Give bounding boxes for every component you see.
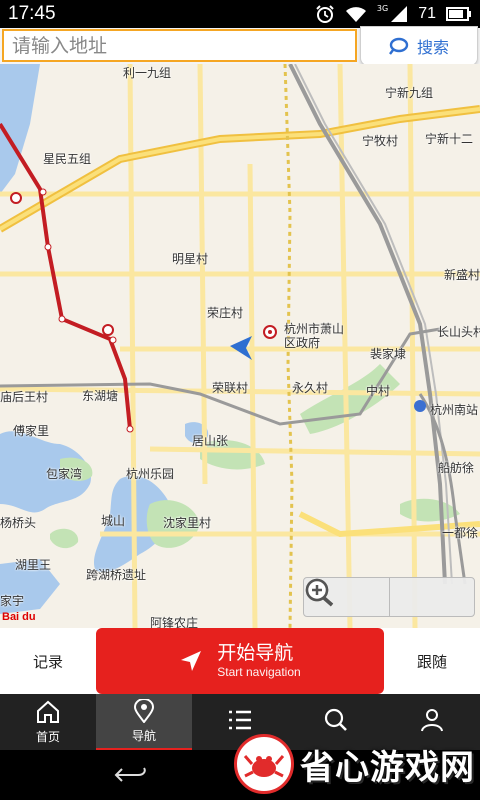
battery-percent: 71: [418, 5, 436, 22]
map-label: 星民五组: [43, 152, 92, 166]
zoom-in-button[interactable]: [305, 578, 475, 616]
map-label: 傅家里: [13, 424, 50, 438]
zoom-in-icon: [305, 578, 334, 607]
map-label: 长山头村: [437, 325, 480, 339]
map-label: 荣联村: [212, 381, 249, 395]
map-label-station: 杭州南站: [430, 403, 479, 417]
status-time: 17:45: [8, 3, 56, 24]
watermark-text: 省心游戏网: [300, 747, 475, 788]
tab-home[interactable]: 首页: [0, 694, 96, 750]
map-label-government: 杭州市萧山区政府: [284, 322, 345, 350]
map-label: 明星村: [172, 252, 209, 266]
map-label: 船舫徐: [438, 461, 475, 475]
map-label: 阿锋农庄: [150, 616, 199, 628]
map-label: 城山: [101, 514, 126, 528]
map-label: 利一九组: [123, 66, 172, 80]
map-canvas: [0, 64, 480, 628]
map-label: 跨湖桥遗址: [86, 568, 147, 582]
zoom-control: [303, 577, 475, 617]
map-label: 沈家里村: [163, 516, 212, 530]
search-button[interactable]: 搜索: [360, 26, 478, 66]
network-type-label: 3G: [376, 3, 389, 13]
crab-logo-icon: [234, 734, 294, 794]
map-view[interactable]: 利一九组 宁新九组 星民五组 宁牧村 宁新十二 明星村 新盛村 荣庄村 杭州市萧…: [0, 64, 480, 628]
map-label: 东湖塘: [82, 389, 119, 403]
tab-label: 首页: [35, 729, 60, 744]
search-button-label: 搜索: [416, 38, 449, 57]
map-label: 杨桥头: [0, 516, 37, 530]
map-label: 居山张: [192, 434, 229, 448]
map-label: 永久村: [292, 381, 329, 395]
record-button[interactable]: 记录: [0, 628, 96, 694]
map-label: 一都徐: [442, 526, 479, 540]
start-navigation-sublabel: Start navigation: [217, 665, 301, 679]
start-navigation-text: 开始导航 Start navigation: [217, 642, 300, 680]
start-navigation-button[interactable]: 开始导航 Start navigation: [96, 628, 384, 694]
search-icon: [389, 37, 409, 55]
tab-label: 导航: [131, 728, 156, 743]
map-label: 家宇: [0, 594, 25, 608]
tab-navigation[interactable]: 导航: [96, 694, 192, 750]
map-label: 新盛村: [444, 268, 480, 282]
map-label: 宁牧村: [362, 134, 399, 148]
back-arrow-icon: [114, 767, 146, 782]
status-icons: 3G 71: [315, 3, 472, 25]
map-label: 宁新九组: [385, 86, 434, 100]
map-label: 裴家埭: [370, 347, 407, 361]
map-label: 包家湾: [46, 467, 83, 481]
alarm-icon: [316, 5, 334, 23]
start-navigation-label: 开始导航: [217, 642, 294, 664]
map-label: 庙后王村: [0, 390, 49, 404]
map-label: 荣庄村: [207, 306, 244, 320]
wifi-icon: [345, 7, 366, 22]
navigation-action-row: 记录 开始导航 Start navigation 跟随: [0, 628, 480, 694]
address-search-input[interactable]: [2, 29, 357, 62]
navigation-arrow-icon: [181, 651, 202, 671]
home-icon: [37, 700, 59, 723]
location-pin-icon: [133, 698, 155, 723]
status-bar: 17:45 3G 71: [0, 0, 480, 28]
baidu-logo: Bai du: [2, 611, 36, 623]
map-label: 杭州乐园: [126, 467, 175, 481]
map-label: 湖里王: [15, 558, 52, 572]
map-label: 宁新十二: [425, 132, 474, 146]
site-watermark: 省心游戏网: [234, 728, 480, 800]
back-button[interactable]: [108, 760, 154, 790]
follow-button[interactable]: 跟随: [384, 628, 480, 694]
battery-icon: [446, 7, 471, 21]
map-label: 中村: [366, 384, 391, 398]
signal-icon: [391, 6, 408, 22]
